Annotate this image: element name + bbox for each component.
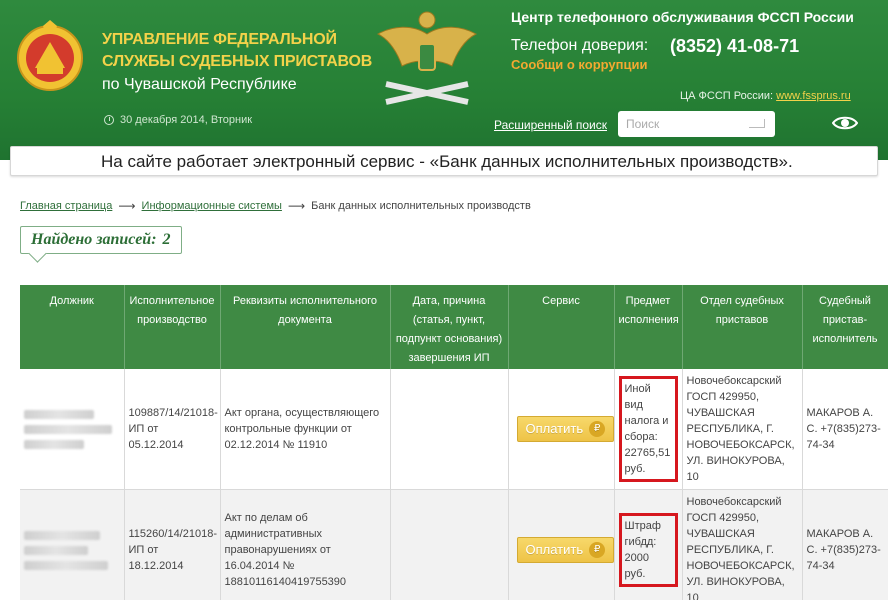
ca-fssp-link[interactable]: www.fssprus.ru [776,90,851,102]
pay-button[interactable]: Оплатить ₽ [516,416,615,442]
banner-text: На сайте работает электронный сервис - «… [101,152,793,171]
end-cell [390,369,509,490]
breadcrumb-arrow-icon: ⟶ [118,199,136,213]
breadcrumb-home[interactable]: Главная страница [20,200,112,212]
breadcrumb-arrow-icon: ⟶ [287,199,306,213]
subject-highlight: Иной вид налога и сбора: 22765,51 руб. [618,376,678,482]
org-name-line1: УПРАВЛЕНИЕ ФЕДЕРАЛЬНОЙ [102,31,337,48]
pay-button-label: Оплатить [525,542,584,557]
records-found-count: 2 [162,231,171,248]
department-cell: Новочебоксарский ГОСП 429950, ЧУВАШСКАЯ … [682,489,803,600]
table-header-row: Должник Исполнительное производство Рекв… [20,285,888,369]
debtor-cell-redacted [20,489,125,600]
subject-cell: Штраф гибдд: 2000 руб. [614,489,683,600]
report-corruption-link[interactable]: Сообщи о коррупции [511,57,647,72]
ruble-icon: ₽ [589,542,606,558]
column-header: Должник [20,285,125,369]
column-header: Отдел судебных приставов [682,285,803,369]
column-header: Дата, причина (статья, пункт, подпункт о… [390,285,509,369]
advanced-search-link[interactable]: Расширенный поиск [494,118,607,132]
debtor-cell-redacted [20,369,125,490]
pay-button[interactable]: Оплатить ₽ [516,537,615,563]
table-row: 109887/14/21018-ИП от 05.12.2014 Акт орг… [20,369,888,490]
search-input[interactable] [626,117,736,131]
clock-icon [104,115,114,125]
department-cell: Новочебоксарский ГОСП 429950, ЧУВАШСКАЯ … [682,369,803,490]
subject-cell: Иной вид налога и сбора: 22765,51 руб. [614,369,683,490]
enter-icon[interactable] [749,119,765,128]
fssp-eagle-emblem-icon [376,11,478,105]
column-header: Реквизиты исполнительного документа [220,285,391,369]
ca-fssp-row: ЦА ФССП России: www.fssprus.ru [680,90,851,102]
search-box [618,111,775,137]
proceeding-cell: 115260/14/21018-ИП от 18.12.2014 [124,489,221,600]
column-header: Судебный пристав-исполнитель [802,285,888,369]
trust-phone-label: Телефон доверия: [511,37,649,54]
subject-highlight: Штраф гибдд: 2000 руб. [618,513,678,587]
date-text: 30 декабря 2014, Вторник [120,114,253,126]
service-cell: Оплатить ₽ [508,489,615,600]
bailiff-cell: МАКАРОВ А. С. +7(835)273-74-34 [802,369,888,490]
breadcrumb-current: Банк данных исполнительных производств [311,200,531,212]
table-row: 115260/14/21018-ИП от 18.12.2014 Акт по … [20,489,888,600]
proceeding-cell: 109887/14/21018-ИП от 05.12.2014 [124,369,221,490]
ruble-icon: ₽ [589,421,606,437]
callcenter-title: Центр телефонного обслуживания ФССП Росс… [511,9,854,25]
chuvashia-emblem-icon [17,20,83,91]
column-header: Сервис [508,285,615,369]
document-cell: Акт органа, осуществляющего контрольные … [220,369,391,490]
bailiff-cell: МАКАРОВ А. С. +7(835)273-74-34 [802,489,888,600]
breadcrumb: Главная страница ⟶ Информационные систем… [20,199,531,213]
breadcrumb-info-systems[interactable]: Информационные системы [142,200,282,212]
results-table: Должник Исполнительное производство Рекв… [20,285,888,600]
ca-fssp-label: ЦА ФССП России: [680,90,777,102]
column-header: Исполнительное производство [124,285,221,369]
records-found-label: Найдено записей: [31,231,157,248]
service-cell: Оплатить ₽ [508,369,615,490]
pay-button-label: Оплатить [525,421,584,436]
column-header: Предмет исполнения [614,285,683,369]
site-header: УПРАВЛЕНИЕ ФЕДЕРАЛЬНОЙ СЛУЖБЫ СУДЕБНЫХ П… [0,0,888,160]
service-banner: На сайте работает электронный сервис - «… [10,146,878,176]
end-cell [390,489,509,600]
trust-phone-number: (8352) 41-08-71 [670,36,800,56]
eye-icon[interactable] [832,114,858,132]
document-cell: Акт по делам об административных правона… [220,489,391,600]
org-name-line3: по Чувашской Республике [102,76,297,93]
org-name-line2: СЛУЖБЫ СУДЕБНЫХ ПРИСТАВОВ [102,53,373,70]
records-found-badge: Найдено записей: 2 [20,226,182,254]
current-date: 30 декабря 2014, Вторник [104,114,252,126]
